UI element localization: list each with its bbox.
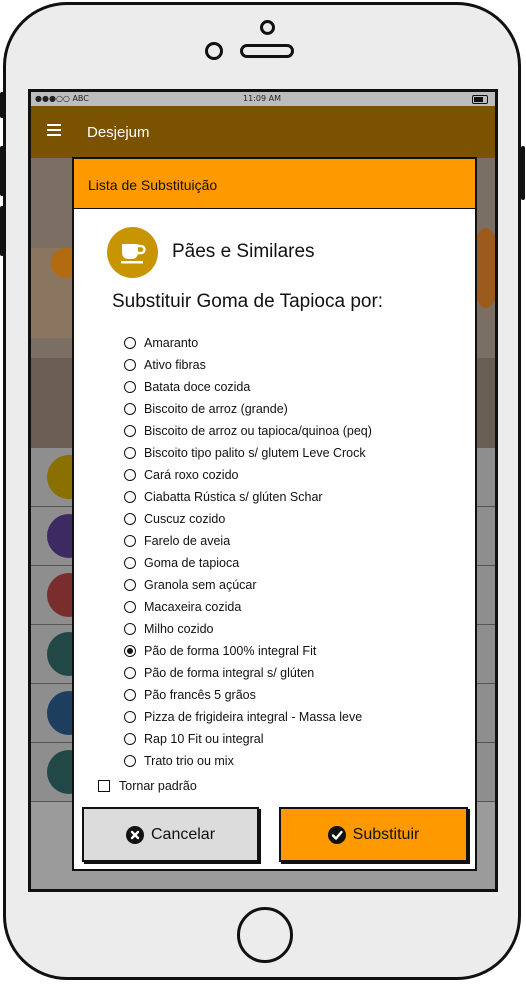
option-item[interactable]: Pão francês 5 grãos [124, 684, 464, 706]
option-item[interactable]: Goma de tapioca [124, 552, 464, 574]
earpiece-speaker [240, 44, 294, 58]
radio-button[interactable] [124, 733, 136, 745]
substitution-options: Amaranto Ativo fibras Batata doce cozida Bi… [124, 332, 464, 772]
option-item[interactable]: Pizza de frigideira integral - Massa lev… [124, 706, 464, 728]
substitute-button[interactable]: Substituir [279, 807, 468, 862]
option-item[interactable]: Pão de forma 100% integral Fit [124, 640, 464, 662]
option-label: Trato trio ou mix [144, 754, 234, 768]
option-label: Batata doce cozida [144, 380, 251, 394]
option-label: Farelo de aveia [144, 534, 231, 548]
option-item[interactable]: Biscoito tipo palito s/ glutem Leve Croc… [124, 442, 464, 464]
app-title: Desjejum [87, 124, 150, 141]
option-label: Goma de tapioca [144, 556, 240, 570]
option-label: Biscoito tipo palito s/ glutem Leve Croc… [144, 446, 366, 460]
option-item[interactable]: Biscoito de arroz (grande) [124, 398, 464, 420]
radio-button[interactable] [124, 711, 136, 723]
option-item[interactable]: Rap 10 Fit ou integral [124, 728, 464, 750]
close-circle-icon [125, 825, 144, 844]
option-item[interactable]: Trato trio ou mix [124, 750, 464, 772]
substitute-button-label: Substituir [352, 825, 420, 843]
option-label: Pizza de frigideira integral - Massa lev… [144, 710, 363, 724]
radio-button[interactable] [124, 689, 136, 701]
radio-button[interactable] [124, 513, 136, 525]
radio-button[interactable] [124, 557, 136, 569]
option-item[interactable]: Amaranto [124, 332, 464, 354]
checkbox-box[interactable] [98, 780, 110, 792]
option-item[interactable]: Granola sem açúcar [124, 574, 464, 596]
home-button[interactable] [237, 907, 293, 963]
radio-button[interactable] [124, 601, 136, 613]
option-label: Biscoito de arroz ou tapioca/quinoa (peq… [144, 424, 372, 438]
option-item[interactable]: Ativo fibras [124, 354, 464, 376]
substitution-dialog: Lista de Substituição Pães e Similares S… [72, 157, 477, 871]
battery-icon [472, 95, 488, 104]
option-item[interactable]: Cuscuz cozido [124, 508, 464, 530]
radio-button[interactable] [124, 755, 136, 767]
radio-button[interactable] [124, 359, 136, 371]
category-name: Pães e Similares [172, 241, 315, 262]
dialog-header: Lista de Substituição [74, 159, 475, 209]
make-default-label: Tornar padrão [119, 779, 197, 793]
option-item[interactable]: Farelo de aveia [124, 530, 464, 552]
option-label: Ativo fibras [144, 358, 206, 372]
option-label: Pão de forma 100% integral Fit [144, 644, 317, 658]
clock-label: 11:09 AM [243, 94, 281, 103]
option-label: Cuscuz cozido [144, 512, 226, 526]
hamburger-menu-icon[interactable] [47, 124, 61, 136]
radio-button[interactable] [124, 337, 136, 349]
option-label: Pão de forma integral s/ glúten [144, 666, 315, 680]
option-label: Biscoito de arroz (grande) [144, 402, 288, 416]
power-button [521, 146, 525, 200]
volume-up-button [0, 146, 4, 196]
app-bar: Desjejum [31, 106, 495, 158]
option-label: Milho cozido [144, 622, 214, 636]
option-label: Pão francês 5 grãos [144, 688, 256, 702]
radio-button[interactable] [124, 645, 136, 657]
mute-switch [0, 92, 4, 118]
dialog-title: Lista de Substituição [88, 177, 218, 193]
option-label: Macaxeira cozida [144, 600, 242, 614]
radio-button[interactable] [124, 403, 136, 415]
radio-button[interactable] [124, 535, 136, 547]
option-item[interactable]: Macaxeira cozida [124, 596, 464, 618]
radio-button[interactable] [124, 469, 136, 481]
radio-button[interactable] [124, 667, 136, 679]
option-label: Rap 10 Fit ou integral [144, 732, 264, 746]
radio-button[interactable] [124, 579, 136, 591]
front-camera [205, 42, 223, 60]
option-label: Amaranto [144, 336, 199, 350]
option-label: Granola sem açúcar [144, 578, 257, 592]
volume-down-button [0, 206, 4, 256]
option-item[interactable]: Biscoito de arroz ou tapioca/quinoa (peq… [124, 420, 464, 442]
substitution-question: Substituir Goma de Tapioca por: [112, 291, 384, 312]
option-item[interactable]: Ciabatta Rústica s/ glúten Schar [124, 486, 464, 508]
option-item[interactable]: Milho cozido [124, 618, 464, 640]
option-item[interactable]: Cará roxo cozido [124, 464, 464, 486]
option-item[interactable]: Batata doce cozida [124, 376, 464, 398]
coffee-cup-icon [107, 227, 158, 278]
option-label: Ciabatta Rústica s/ glúten Schar [144, 490, 323, 504]
carrier-label: ●●●○○ ABC [35, 94, 89, 103]
make-default-checkbox[interactable]: Tornar padrão [98, 779, 197, 793]
option-item[interactable]: Pão de forma integral s/ glúten [124, 662, 464, 684]
option-label: Cará roxo cozido [144, 468, 239, 482]
cancel-button[interactable]: Cancelar [82, 807, 259, 862]
radio-button[interactable] [124, 447, 136, 459]
check-circle-icon [327, 825, 346, 844]
status-bar: ●●●○○ ABC 11:09 AM [31, 92, 495, 106]
radio-button[interactable] [124, 381, 136, 393]
cancel-button-label: Cancelar [150, 825, 216, 843]
radio-button[interactable] [124, 623, 136, 635]
radio-button[interactable] [124, 425, 136, 437]
radio-button[interactable] [124, 491, 136, 503]
proximity-sensor [260, 20, 275, 35]
